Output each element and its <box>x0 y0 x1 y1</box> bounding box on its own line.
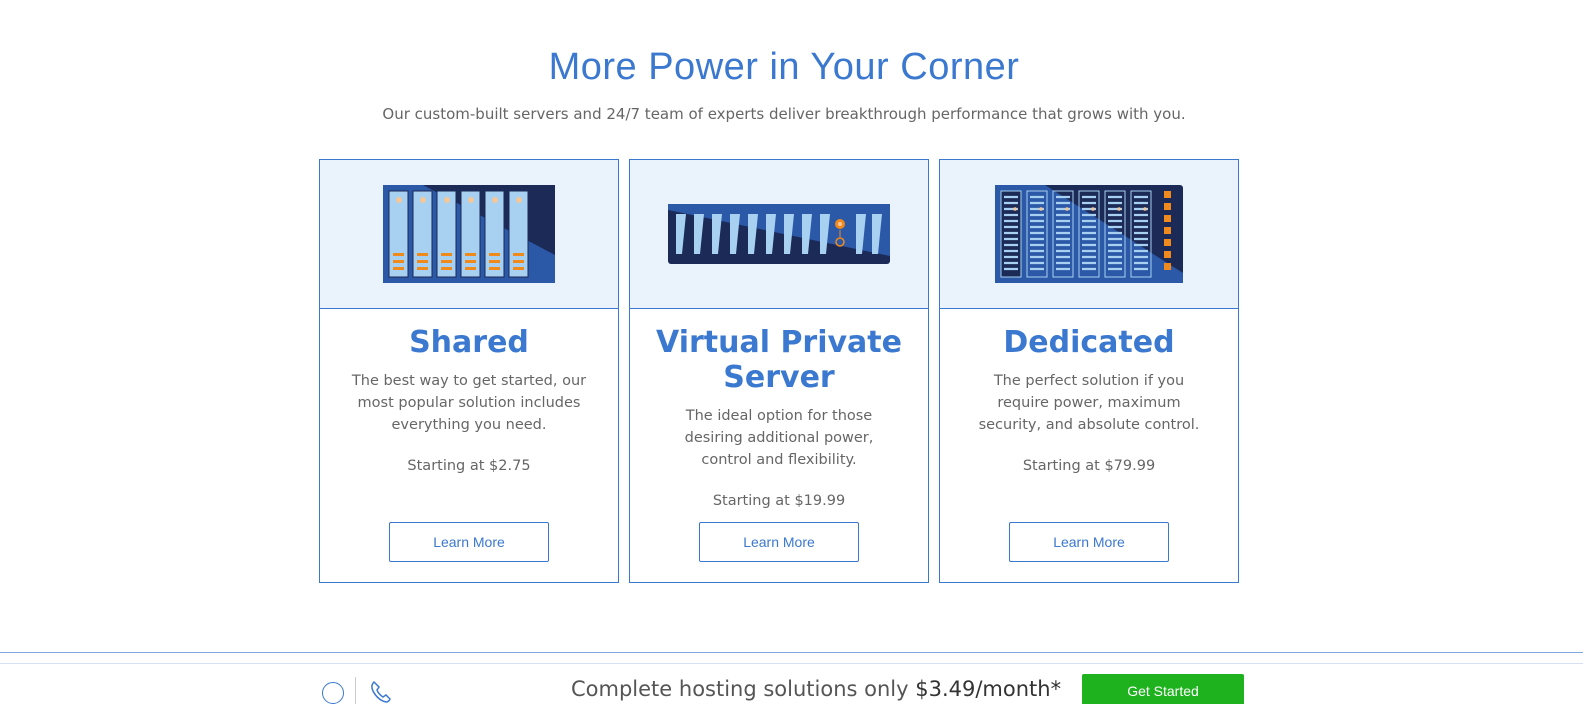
plan-card-vps: Virtual Private Server The ideal option … <box>629 159 929 583</box>
footer-promo-price: $3.49/month* <box>915 677 1062 701</box>
footer-divider <box>355 677 356 704</box>
card-price: Starting at $79.99 <box>1022 458 1156 474</box>
footer-promo-label: Complete hosting solutions only <box>571 677 916 701</box>
card-description: The perfect solution if you require powe… <box>978 373 1200 433</box>
vps-server-icon <box>668 204 890 264</box>
card-description: The best way to get started, our most po… <box>351 373 587 433</box>
section-headline: More Power in Your Corner <box>548 46 1020 88</box>
card-image-area <box>630 160 928 309</box>
dedicated-server-icon <box>995 185 1183 283</box>
card-description: The ideal option for those desiring addi… <box>684 408 874 468</box>
page: More Power in Your Corner Our custom-bui… <box>0 0 1583 704</box>
plan-card-shared: Shared The best way to get started, our … <box>319 159 619 583</box>
card-title: Dedicated <box>1003 325 1175 360</box>
get-started-button[interactable]: Get Started <box>1082 674 1244 704</box>
card-price: Starting at $19.99 <box>712 493 846 509</box>
shared-server-icon <box>383 185 555 283</box>
phone-icon[interactable] <box>370 680 392 704</box>
learn-more-button-dedicated[interactable]: Learn More <box>1009 522 1169 562</box>
learn-more-button-shared[interactable]: Learn More <box>389 522 549 562</box>
sticky-footer-bar: Complete hosting solutions only $3.49/mo… <box>0 652 1583 704</box>
section-subhead: Our custom-built servers and 24/7 team o… <box>382 105 1186 123</box>
plan-card-dedicated: Dedicated The perfect solution if you re… <box>939 159 1239 583</box>
card-title: Virtual Private Server <box>656 325 902 395</box>
card-price: Starting at $2.75 <box>407 458 531 474</box>
chat-icon[interactable] <box>322 682 344 704</box>
card-title: Shared <box>409 325 529 360</box>
footer-promo-text: Complete hosting solutions only $3.49/mo… <box>571 677 1061 701</box>
card-image-area <box>320 160 618 309</box>
card-image-area <box>940 160 1238 309</box>
learn-more-button-vps[interactable]: Learn More <box>699 522 859 562</box>
